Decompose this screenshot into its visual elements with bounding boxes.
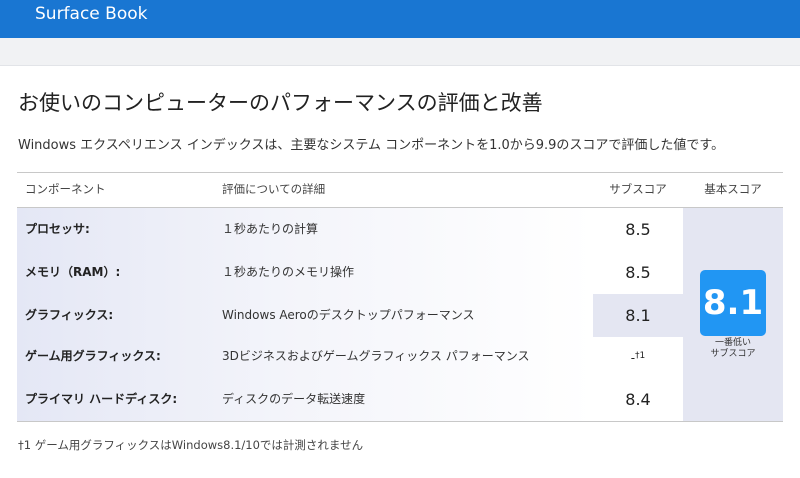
base-score-caption-line2: サブスコア bbox=[710, 349, 756, 359]
row-component: メモリ（RAM）: bbox=[25, 265, 121, 279]
table-row-disk: プライマリ ハードディスク: ディスクのデータ転送速度 8.4 bbox=[17, 378, 683, 421]
row-detail: １秒あたりのメモリ操作 bbox=[222, 265, 355, 279]
base-score-caption: 一番低い サブスコア bbox=[683, 338, 783, 360]
table-row-graphics: グラフィックス: Windows Aeroのデスクトップパフォーマンス 8.1 bbox=[17, 294, 683, 337]
row-detail: Windows Aeroのデスクトップパフォーマンス bbox=[222, 308, 475, 322]
base-score-caption-line1: 一番低い bbox=[714, 338, 751, 348]
app-title: Surface Book bbox=[35, 4, 148, 24]
table-row-memory: メモリ（RAM）: １秒あたりのメモリ操作 8.5 bbox=[17, 251, 683, 294]
row-component: グラフィックス: bbox=[25, 308, 114, 322]
row-subscore-lowest: 8.1 bbox=[593, 294, 683, 337]
base-score-badge: 8.1 bbox=[700, 270, 766, 336]
row-subscore: 8.5 bbox=[625, 263, 651, 282]
column-header-subscore: サブスコア bbox=[609, 182, 667, 196]
footnote: †1 ゲーム用グラフィックスはWindows8.1/10では計測されません bbox=[18, 438, 364, 452]
page-title: お使いのコンピューターのパフォーマンスの評価と改善 bbox=[18, 91, 543, 115]
column-header-base-score: 基本スコア bbox=[704, 182, 762, 196]
row-subscore: 8.5 bbox=[625, 220, 651, 239]
row-component: ゲーム用グラフィックス: bbox=[25, 349, 161, 363]
row-detail: １秒あたりの計算 bbox=[222, 222, 319, 236]
score-table: コンポーネント 評価についての詳細 サブスコア 基本スコア プロセッサ: １秒あ… bbox=[17, 172, 783, 422]
app-header: Surface Book bbox=[0, 0, 800, 38]
footnote-mark: †1 bbox=[635, 351, 646, 361]
table-bottom-divider bbox=[17, 421, 783, 422]
page-description: Windows エクスペリエンス インデックスは、主要なシステム コンポーネント… bbox=[18, 138, 725, 153]
row-subscore: -†1 bbox=[593, 335, 683, 378]
column-header-component: コンポーネント bbox=[25, 182, 106, 196]
table-row-gaming-graphics: ゲーム用グラフィックス: 3Dビジネスおよびゲームグラフィックス パフォーマンス… bbox=[17, 335, 683, 378]
row-component: プロセッサ: bbox=[25, 222, 90, 236]
row-detail: 3Dビジネスおよびゲームグラフィックス パフォーマンス bbox=[222, 349, 530, 363]
table-row-processor: プロセッサ: １秒あたりの計算 8.5 bbox=[17, 208, 683, 251]
column-header-detail: 評価についての詳細 bbox=[222, 182, 326, 196]
row-subscore: 8.4 bbox=[625, 390, 651, 409]
row-component: プライマリ ハードディスク: bbox=[25, 392, 178, 406]
row-detail: ディスクのデータ転送速度 bbox=[222, 392, 366, 406]
header-strip bbox=[0, 38, 800, 66]
